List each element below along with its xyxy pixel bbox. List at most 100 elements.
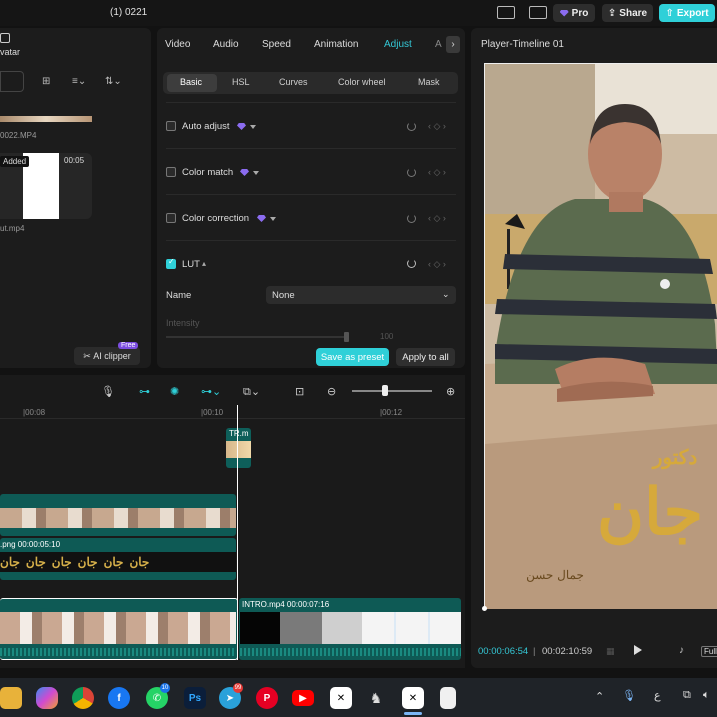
ratio-button[interactable]: Full [701, 646, 717, 657]
intensity-slider-knob[interactable] [344, 332, 349, 342]
zoom-in-icon[interactable]: ⊕ [446, 385, 455, 398]
chevron-right-icon[interactable]: › [446, 36, 460, 53]
audio-waveform [240, 648, 461, 656]
reset-icon[interactable] [407, 259, 416, 268]
chevron-down-icon[interactable] [250, 125, 256, 129]
ai-clipper-button[interactable]: ✂ AI clipper [74, 347, 140, 365]
media-thumbnail[interactable] [0, 116, 92, 122]
overlay-text: جمال حسن [526, 568, 584, 582]
video-frame: جان دكتور جمال حسن [485, 64, 717, 609]
keyframe-icon[interactable]: ‹ ◇ › [428, 167, 446, 178]
play-icon[interactable] [634, 645, 642, 655]
tiktok-icon[interactable]: ♪ [679, 645, 684, 656]
color-correction-checkbox[interactable] [166, 213, 176, 223]
export-button[interactable]: ⇧ Export [659, 4, 715, 22]
time-ruler[interactable] [0, 418, 465, 419]
active-indicator [404, 712, 422, 715]
intensity-value[interactable]: 100 [380, 332, 393, 341]
link-icon[interactable]: ⊶ [139, 385, 150, 398]
tab-speed[interactable]: Speed [262, 39, 291, 50]
lut-select-value: None [272, 290, 295, 301]
chess-icon[interactable]: ♞ [365, 687, 387, 709]
share-button[interactable]: ⇪ Share [602, 4, 653, 22]
tab-adjust[interactable]: Adjust [384, 39, 412, 50]
document-icon[interactable] [440, 687, 456, 709]
check-icon: ✓ [168, 257, 175, 266]
zoom-slider-knob[interactable] [382, 385, 388, 396]
reset-icon[interactable] [407, 122, 416, 131]
shortcuts-icon[interactable] [529, 6, 547, 19]
tab-video[interactable]: Video [165, 39, 190, 50]
intensity-slider[interactable] [166, 336, 346, 338]
chevron-down-icon[interactable] [270, 217, 276, 221]
avatar-icon[interactable] [0, 33, 10, 43]
split-icon[interactable]: ⧉⌄ [243, 385, 260, 399]
keyframe-icon[interactable]: ‹ ◇ › [428, 121, 446, 132]
overlay-text: دكتور [651, 445, 698, 470]
file-explorer-icon[interactable] [0, 687, 22, 709]
media-thumbnail[interactable]: Added 00:05 [0, 153, 92, 219]
capcut-icon[interactable]: ✕ [330, 687, 352, 709]
ruler-tick: |00:10 [201, 408, 224, 417]
divider [166, 102, 456, 103]
filter-icon[interactable]: ⇅⌄ [105, 76, 122, 87]
overlay-text: جان [597, 475, 703, 550]
zoom-out-icon[interactable]: ⊖ [327, 385, 336, 398]
reset-icon[interactable] [407, 168, 416, 177]
grid-view-icon[interactable]: ⊞ [42, 76, 50, 87]
apply-to-all-button[interactable]: Apply to all [396, 348, 455, 366]
clip-thumbnail [0, 508, 236, 528]
chevron-down-icon[interactable] [253, 171, 259, 175]
copilot-icon[interactable] [36, 687, 58, 709]
magnet-icon[interactable]: ✺ [170, 385, 179, 398]
capcut-active-icon[interactable]: ✕ [402, 687, 424, 709]
clip-thumbnail [322, 612, 362, 644]
subtab-basic[interactable]: Basic [180, 77, 202, 87]
chevron-up-icon[interactable]: ⌃ [595, 690, 604, 703]
layout-icon[interactable] [497, 6, 515, 19]
grid-icon[interactable]: ▦ [606, 646, 615, 657]
resize-handle[interactable] [482, 606, 487, 611]
current-time: 00:00:06:54 [478, 646, 529, 657]
zoom-slider[interactable] [352, 390, 432, 392]
pro-label: Pro [571, 7, 589, 19]
volume-icon[interactable]: 🔈︎ [703, 689, 710, 702]
subtab-hsl[interactable]: HSL [232, 77, 250, 87]
preview-icon[interactable]: ⊡ [295, 385, 304, 398]
microphone-icon[interactable]: 🎙︎ [101, 385, 115, 398]
color-match-checkbox[interactable] [166, 167, 176, 177]
tab-animation[interactable]: Animation [314, 39, 358, 50]
chevron-up-icon[interactable]: ▴ [202, 259, 206, 268]
subtab-curves[interactable]: Curves [279, 77, 308, 87]
save-as-preset-button[interactable]: Save as preset [316, 348, 389, 366]
search-input[interactable] [0, 71, 24, 92]
video-preview[interactable]: جان دكتور جمال حسن [484, 63, 717, 609]
auto-adjust-checkbox[interactable] [166, 121, 176, 131]
time-separator: | [533, 646, 536, 657]
pro-button[interactable]: Pro [553, 4, 595, 22]
youtube-icon[interactable]: ▶ [292, 690, 314, 706]
color-match-label: Color match [182, 167, 234, 178]
display-icon[interactable]: ⧉ [683, 689, 691, 702]
chrome-icon[interactable] [72, 687, 94, 709]
tab-more[interactable]: A [435, 39, 442, 50]
tab-audio[interactable]: Audio [213, 39, 239, 50]
media-item-name: 0022.MP4 [0, 131, 37, 140]
keyframe-icon[interactable]: ‹ ◇ › [428, 259, 446, 270]
language-indicator[interactable]: ع [654, 689, 661, 702]
pinterest-icon[interactable]: P [256, 687, 278, 709]
facebook-icon[interactable]: f [108, 687, 130, 709]
keyframe-icon[interactable]: ‹ ◇ › [428, 213, 446, 224]
avatar-tab-label[interactable]: vatar [0, 47, 20, 57]
microphone-icon[interactable]: 🎙︎ [622, 689, 636, 702]
snap-icon[interactable]: ⊶⌄ [201, 385, 221, 398]
reset-icon[interactable] [407, 214, 416, 223]
sort-icon[interactable]: ≡⌄ [72, 76, 86, 87]
subtab-color-wheel[interactable]: Color wheel [338, 77, 386, 87]
subtab-mask[interactable]: Mask [418, 77, 440, 87]
playhead[interactable] [237, 405, 238, 660]
clip-text-frame: جان [25, 555, 46, 569]
photoshop-icon[interactable]: Ps [184, 687, 206, 709]
auto-adjust-label: Auto adjust [182, 121, 230, 132]
share-label: Share [619, 7, 648, 19]
